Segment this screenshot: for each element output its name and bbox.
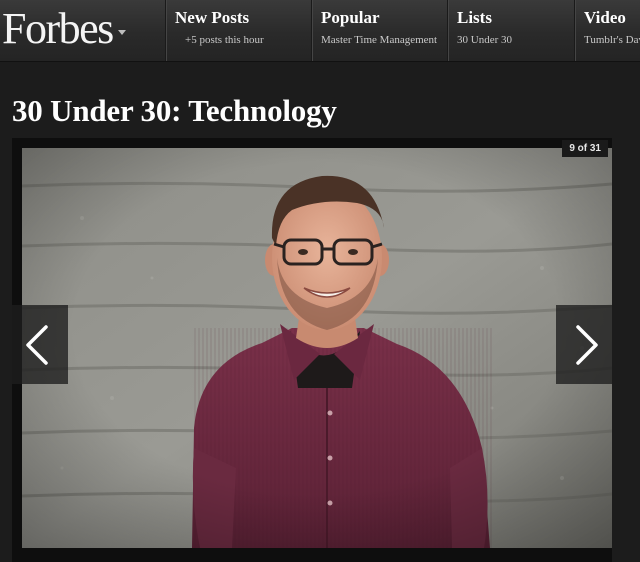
top-navigation-bar: Forbes New Posts +5 posts this hour Popu…	[0, 0, 640, 62]
page-title: 30 Under 30: Technology	[12, 93, 337, 128]
slideshow: 9 of 31	[12, 138, 612, 562]
nav-title: New Posts	[175, 8, 250, 27]
nav-title: Popular	[321, 8, 380, 27]
portrait-illustration	[22, 148, 612, 548]
chevron-left-icon	[26, 325, 48, 365]
nav-item-video[interactable]: Video Tumblr's David Karp	[574, 0, 640, 61]
nav-title: Lists	[457, 8, 492, 27]
nav-title: Video	[584, 8, 626, 27]
nav-subtitle: +5 posts this hour	[185, 34, 264, 46]
nav-subtitle: Master Time Management	[321, 34, 438, 46]
nav-item-popular[interactable]: Popular Master Time Management	[311, 0, 447, 61]
slide-counter: 9 of 31	[562, 140, 608, 157]
forbes-logo[interactable]: Forbes	[0, 0, 165, 61]
portrait-photo	[22, 148, 612, 548]
chevron-right-icon	[576, 325, 598, 365]
nav-subtitle: 30 Under 30	[457, 34, 512, 46]
chevron-down-icon[interactable]	[117, 30, 126, 35]
logo-text: Forbes	[2, 3, 114, 53]
nav-item-new-posts[interactable]: New Posts +5 posts this hour	[165, 0, 311, 61]
previous-slide-button[interactable]	[12, 305, 68, 384]
nav-subtitle: Tumblr's David Karp	[584, 34, 640, 46]
nav-item-lists[interactable]: Lists 30 Under 30	[447, 0, 574, 61]
next-slide-button[interactable]	[556, 305, 612, 384]
